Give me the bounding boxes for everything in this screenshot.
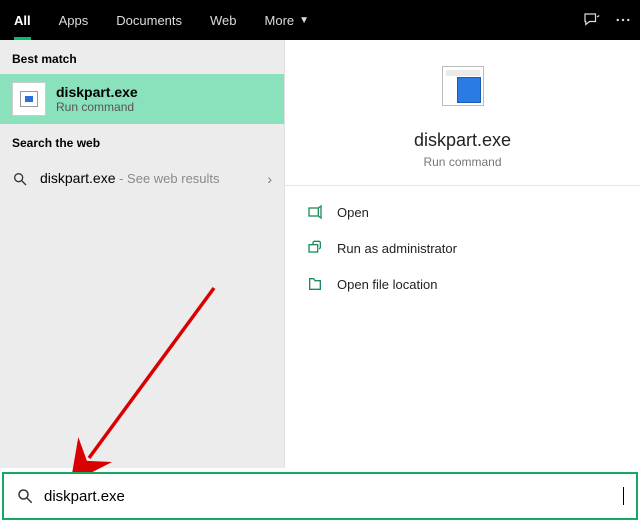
chevron-right-icon: ›	[267, 171, 272, 187]
best-match-subtitle: Run command	[56, 100, 138, 114]
run-admin-icon	[307, 240, 323, 256]
topbar-right	[582, 0, 632, 40]
best-match-header: Best match	[0, 40, 284, 74]
search-input[interactable]	[44, 488, 623, 505]
main-pane: Best match diskpart.exe Run command Sear…	[0, 40, 640, 468]
best-match-text: diskpart.exe Run command	[56, 84, 138, 114]
tab-apps[interactable]: Apps	[45, 0, 103, 40]
web-result-wrap: diskpart.exe - See web results	[40, 170, 220, 188]
preview-title: diskpart.exe	[414, 130, 511, 151]
search-web-header: Search the web	[0, 124, 284, 158]
text-caret	[623, 487, 624, 505]
web-result[interactable]: diskpart.exe - See web results ›	[0, 158, 284, 200]
more-options-icon[interactable]	[614, 11, 632, 29]
open-icon	[307, 204, 323, 220]
action-open[interactable]: Open	[285, 194, 640, 230]
web-result-left: diskpart.exe - See web results	[12, 170, 220, 188]
run-command-icon	[12, 82, 46, 116]
preview-subtitle: Run command	[423, 155, 501, 169]
best-match-result[interactable]: diskpart.exe Run command	[0, 74, 284, 124]
tab-more[interactable]: More ▼	[251, 0, 324, 40]
preview-panel: diskpart.exe Run command Open Run as adm…	[284, 40, 640, 468]
tab-apps-label: Apps	[59, 13, 89, 28]
tab-all-label: All	[14, 13, 31, 28]
tab-more-label: More	[265, 13, 295, 28]
action-open-location-label: Open file location	[337, 277, 437, 292]
preview-header: diskpart.exe Run command	[285, 40, 640, 186]
chevron-down-icon: ▼	[299, 15, 309, 26]
search-icon	[16, 487, 34, 505]
tab-all[interactable]: All	[0, 0, 45, 40]
tab-web[interactable]: Web	[196, 0, 251, 40]
search-bar[interactable]	[2, 472, 638, 520]
action-run-admin[interactable]: Run as administrator	[285, 230, 640, 266]
tabs-container: All Apps Documents Web More ▼	[0, 0, 323, 40]
best-match-title: diskpart.exe	[56, 84, 138, 100]
tab-web-label: Web	[210, 13, 237, 28]
tab-documents-label: Documents	[116, 13, 182, 28]
top-tab-bar: All Apps Documents Web More ▼	[0, 0, 640, 40]
action-open-label: Open	[337, 205, 369, 220]
web-result-title: diskpart.exe	[40, 170, 115, 186]
action-run-admin-label: Run as administrator	[337, 241, 457, 256]
feedback-icon[interactable]	[582, 11, 600, 29]
program-icon	[442, 66, 484, 106]
search-icon	[12, 171, 28, 187]
web-result-hint: - See web results	[115, 171, 219, 186]
tab-documents[interactable]: Documents	[102, 0, 196, 40]
actions-list: Open Run as administrator Open file loca…	[285, 186, 640, 310]
results-panel: Best match diskpart.exe Run command Sear…	[0, 40, 284, 468]
action-open-location[interactable]: Open file location	[285, 266, 640, 302]
open-location-icon	[307, 276, 323, 292]
